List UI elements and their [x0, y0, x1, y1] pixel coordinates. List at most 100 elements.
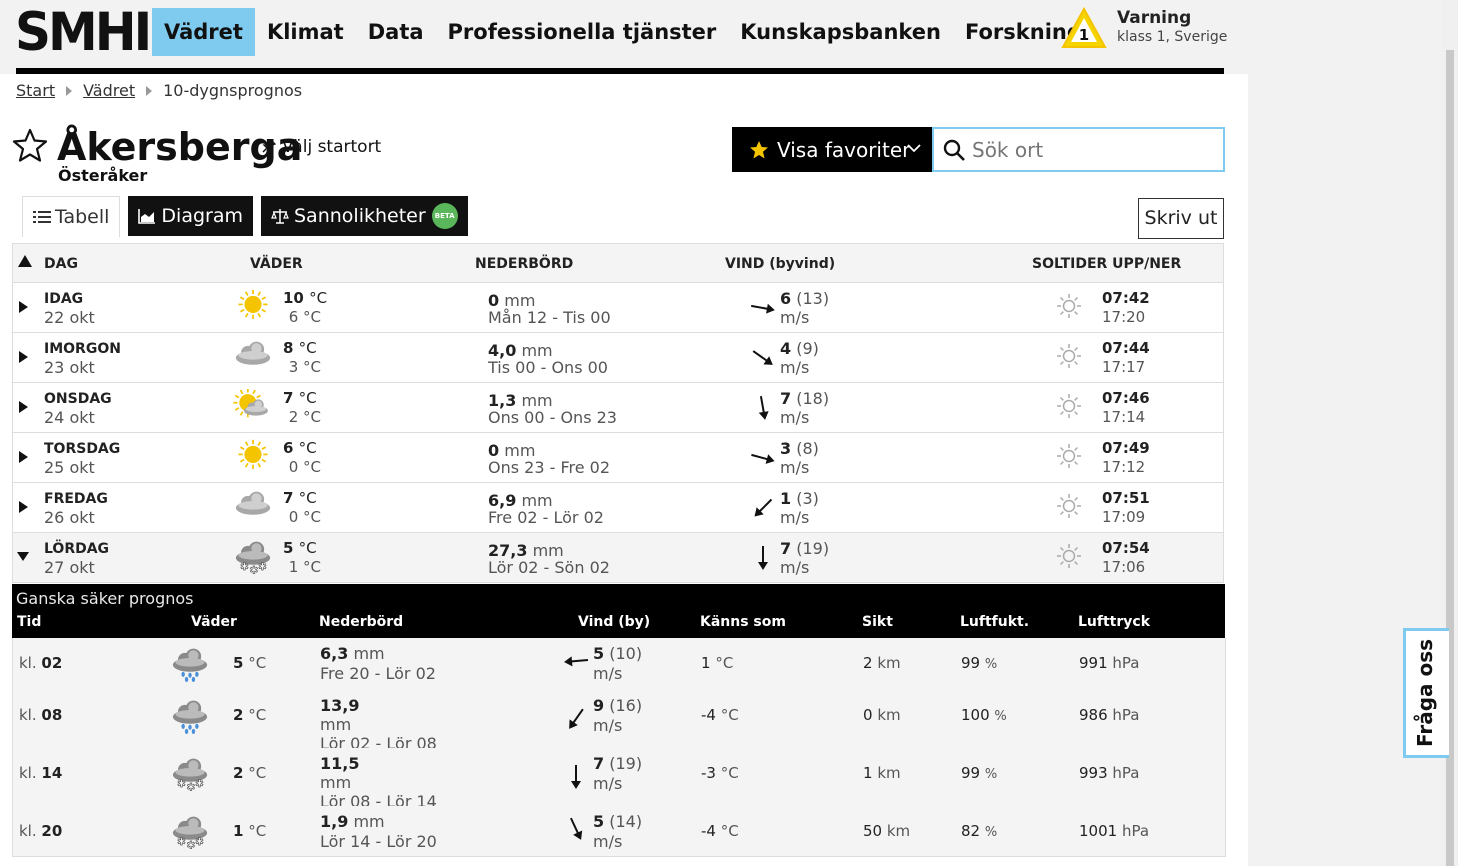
hour-wind-unit: m/s: [593, 716, 623, 735]
cloud-weather-icon: [231, 489, 275, 529]
main-nav: Vädret Klimat Data Professionella tjänst…: [152, 8, 1094, 56]
show-favorites-button[interactable]: Visa favoriter: [732, 127, 932, 172]
hour-wind: 9 (16): [593, 696, 643, 715]
nav-kunskapsbanken[interactable]: Kunskapsbanken: [728, 8, 953, 56]
day-name: IDAG: [44, 291, 84, 307]
set-start-location-button[interactable]: Välj startort: [262, 137, 381, 157]
tab-tabell[interactable]: Tabell: [22, 196, 121, 237]
wind-unit: m/s: [780, 508, 810, 527]
nav-professionella-tjanster[interactable]: Professionella tjänster: [436, 8, 729, 56]
wind-speed: 7 (18): [780, 389, 830, 408]
temp-min: 2 °C: [288, 408, 321, 426]
temp-min: 1 °C: [288, 558, 321, 576]
forecast-confidence-note: Ganska säker prognos: [16, 589, 194, 608]
day-date: 23 okt: [44, 358, 95, 377]
wind-speed: 6 (13): [780, 289, 830, 308]
wind-speed: 4 (9): [780, 339, 819, 358]
svg-text:✱: ✱: [258, 561, 267, 573]
day-row[interactable]: ONSDAG 24 okt 7 °C 2 °C 1,3 mm Ons 00 - …: [12, 383, 1224, 433]
nav-klimat[interactable]: Klimat: [255, 8, 356, 56]
tab-sannolikheter[interactable]: Sannolikheter BETA: [261, 196, 468, 236]
day-row[interactable]: IDAG 22 okt 10 °C 6 °C 0 mm Mån 12 - Tis…: [12, 283, 1224, 333]
breadcrumb-start[interactable]: Start: [16, 81, 55, 100]
favorites-label: Visa favoriter: [777, 137, 911, 162]
sort-up-icon[interactable]: [18, 255, 32, 267]
favorite-star-icon[interactable]: [12, 128, 48, 162]
sun-icon: [1056, 443, 1082, 473]
nav-data[interactable]: Data: [356, 8, 436, 56]
day-date: 27 okt: [44, 558, 95, 577]
search-input[interactable]: [970, 136, 1214, 163]
expand-icon[interactable]: [19, 451, 28, 463]
tab-tabell-label: Tabell: [55, 206, 110, 228]
wind-speed: 1 (3): [780, 489, 819, 508]
sunrise-time: 07:54: [1102, 539, 1150, 557]
location-municipality: Österåker: [58, 166, 148, 185]
expand-icon[interactable]: [19, 401, 28, 413]
hour-pressure: 986 hPa: [1079, 706, 1140, 724]
smhi-logo[interactable]: SMHI: [15, 3, 152, 62]
wind-speed: 3 (8): [780, 439, 819, 458]
hour-pressure: 993 hPa: [1079, 764, 1140, 782]
col-luftfukt: Luftfukt.: [960, 614, 1030, 630]
svg-text:✱: ✱: [177, 778, 186, 790]
sunset-time: 17:14: [1102, 408, 1146, 426]
hour-wind: 7 (19): [593, 754, 643, 773]
set-start-label: Välj startort: [282, 137, 382, 157]
day-row[interactable]: FREDAG 26 okt 7 °C 0 °C 6,9 mm Fre 02 - …: [12, 483, 1224, 533]
wind-arrow-icon: [748, 493, 778, 527]
hour-humidity: 99 %: [961, 764, 998, 782]
suncloud-weather-icon: [231, 388, 275, 429]
nav-vadret[interactable]: Vädret: [152, 8, 255, 56]
wind-arrow-icon: [748, 343, 778, 377]
pin-icon: [262, 139, 276, 153]
temp-min: 3 °C: [288, 358, 321, 376]
day-row[interactable]: LÖRDAG 27 okt ✱ ✱ ✱ 5 °C 1 °C 27,3 mm Lör …: [12, 533, 1224, 583]
hour-label: kl. 20: [19, 822, 63, 840]
hour-temp: 1 °C: [233, 822, 267, 840]
precip-period: Ons 00 - Ons 23: [488, 408, 617, 427]
hourly-row: kl. 20 ✱ ✱ ✱ 1 °C 1,9 mm Lör 14 - Lör 20 5…: [12, 806, 1226, 857]
expand-icon[interactable]: [19, 501, 28, 513]
tab-diagram[interactable]: Diagram: [128, 196, 253, 236]
sun-icon: [1056, 343, 1082, 373]
wind-unit: m/s: [780, 358, 810, 377]
view-tabs: Tabell Diagram Sannolikheter BETA: [22, 196, 468, 237]
sunrise-time: 07:42: [1102, 289, 1150, 307]
day-row[interactable]: TORSDAG 25 okt 6 °C 0 °C 0 mm Ons 23 - F…: [12, 433, 1224, 483]
hour-wind-unit: m/s: [593, 832, 623, 851]
day-row[interactable]: IMORGON 23 okt 8 °C 3 °C 4,0 mm Tis 00 -…: [12, 333, 1224, 383]
breadcrumb-vadret[interactable]: Vädret: [83, 81, 135, 100]
collapse-icon[interactable]: [17, 552, 29, 561]
day-date: 22 okt: [44, 308, 95, 327]
ask-us-tab[interactable]: Fråga oss: [1403, 628, 1449, 758]
expand-icon[interactable]: [19, 351, 28, 363]
hour-precip: 1,9 mm: [320, 812, 385, 831]
precip-period: Mån 12 - Tis 00: [488, 308, 611, 327]
day-name: ONSDAG: [44, 391, 112, 407]
tab-diagram-label: Diagram: [161, 205, 243, 227]
precip-period: Tis 00 - Ons 00: [488, 358, 608, 377]
sun-icon: [1056, 293, 1082, 323]
day-name: IMORGON: [44, 341, 121, 357]
hourly-row: kl. 02 5 °C 6,3 mm Fre 20 - Lör 02 5 (10…: [12, 638, 1226, 691]
sunrise-time: 07:44: [1102, 339, 1150, 357]
wind-unit: m/s: [780, 308, 810, 327]
col-vader-detail: Väder: [191, 614, 237, 630]
day-date: 25 okt: [44, 458, 95, 477]
print-button[interactable]: Skriv ut: [1138, 198, 1224, 239]
wind-unit: m/s: [780, 558, 810, 577]
hour-temp: 5 °C: [233, 654, 267, 672]
hour-humidity: 82 %: [961, 822, 998, 840]
chevron-down-icon: [907, 144, 921, 153]
scale-icon: [271, 209, 289, 224]
wind-arrow-icon: [748, 543, 778, 577]
expand-icon[interactable]: [19, 301, 28, 313]
breadcrumb-separator-icon: [146, 85, 153, 96]
warning-link[interactable]: 1 Varning klass 1, Sverige: [1060, 6, 1235, 56]
hour-precip: 11,5 mm: [320, 754, 360, 792]
search-box: [932, 127, 1225, 172]
wind-speed: 7 (19): [780, 539, 830, 558]
hour-wind: 5 (10): [593, 644, 643, 663]
hour-precip-period: Fre 20 - Lör 02: [320, 664, 436, 683]
